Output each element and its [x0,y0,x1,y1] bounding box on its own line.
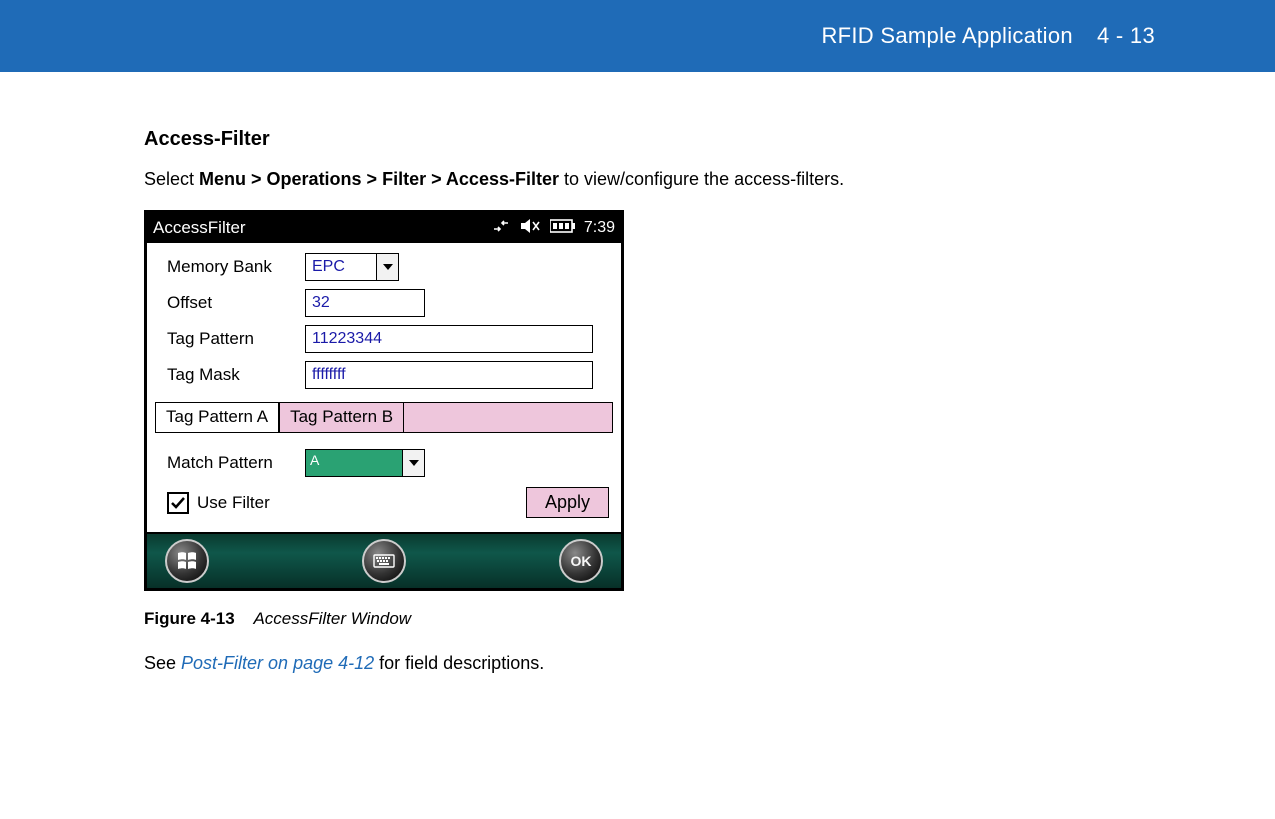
use-filter-label: Use Filter [197,493,270,513]
figure-label: Figure 4-13 [144,609,235,628]
tag-mask-input[interactable]: ffffffff [305,361,593,389]
see-suffix: for field descriptions. [374,653,544,673]
see-link[interactable]: Post-Filter on page 4-12 [181,653,374,673]
windows-icon [175,549,199,573]
memory-bank-value: EPC [306,254,376,280]
tag-pattern-row: Tag Pattern 11223344 [155,325,613,353]
apply-button[interactable]: Apply [526,487,609,518]
tab-row: Tag Pattern A Tag Pattern B [155,401,613,433]
tag-pattern-input[interactable]: 11223344 [305,325,593,353]
dropdown-icon[interactable] [376,254,398,280]
page-header: RFID Sample Application 4 - 13 [0,0,1275,72]
intro-suffix: to view/configure the access-filters. [559,169,844,189]
tab-spacer [404,402,613,432]
device-nav-bar: OK [147,532,621,588]
tag-mask-value: ffffffff [312,366,346,384]
match-pattern-select[interactable]: A [305,449,425,477]
bottom-form-row: Use Filter Apply [155,487,613,518]
memory-bank-label: Memory Bank [155,257,305,277]
keyboard-icon [372,549,396,573]
tab-tag-pattern-b[interactable]: Tag Pattern B [279,402,404,432]
status-time: 7:39 [584,219,615,237]
intro-menu-path: Menu > Operations > Filter > Access-Filt… [199,169,559,189]
match-pattern-row: Match Pattern A [155,449,613,477]
ok-label: OK [571,553,592,569]
start-button[interactable] [165,539,209,583]
see-prefix: See [144,653,181,673]
offset-row: Offset 32 [155,289,613,317]
section-heading: Access-Filter [144,128,1000,151]
dropdown-icon[interactable] [402,450,424,476]
intro-text: Select Menu > Operations > Filter > Acce… [144,169,1000,190]
offset-value: 32 [312,294,330,312]
match-pattern-label: Match Pattern [155,453,305,473]
memory-bank-select[interactable]: EPC [305,253,399,281]
header-title: RFID Sample Application [821,23,1072,49]
window-title: AccessFilter [153,218,492,238]
offset-label: Offset [155,293,305,313]
tag-pattern-value: 11223344 [312,330,382,348]
intro-prefix: Select [144,169,199,189]
see-reference: See Post-Filter on page 4-12 for field d… [144,653,1000,674]
figure-caption: Figure 4-13 AccessFilter Window [144,609,1000,629]
tag-pattern-label: Tag Pattern [155,329,305,349]
match-pattern-value: A [306,450,402,476]
offset-input[interactable]: 32 [305,289,425,317]
tag-mask-row: Tag Mask ffffffff [155,361,613,389]
use-filter-checkbox[interactable] [167,492,189,514]
ok-button[interactable]: OK [559,539,603,583]
header-page-number: 4 - 13 [1097,23,1155,49]
keyboard-button[interactable] [362,539,406,583]
use-filter-wrap: Use Filter [155,492,270,514]
status-icons [492,218,576,239]
form-area: Memory Bank EPC Offset 32 Tag Pattern 11… [147,243,621,532]
device-screenshot: AccessFilter 7:39 Memory Bank EPC [144,210,624,591]
tag-mask-label: Tag Mask [155,365,305,385]
device-status-bar: AccessFilter 7:39 [147,213,621,243]
connection-icon [492,218,510,239]
figure-title: AccessFilter Window [253,609,411,628]
content-area: Access-Filter Select Menu > Operations >… [0,72,1000,674]
memory-bank-row: Memory Bank EPC [155,253,613,281]
battery-icon [550,218,576,238]
volume-mute-icon [520,218,540,239]
tab-tag-pattern-a[interactable]: Tag Pattern A [155,402,279,432]
